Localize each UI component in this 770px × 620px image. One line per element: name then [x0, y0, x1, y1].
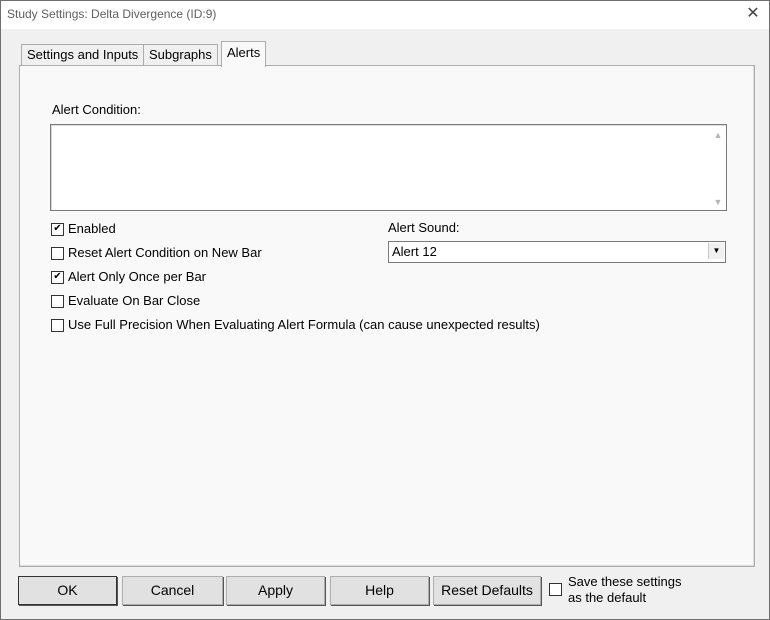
tab-subgraphs[interactable]: Subgraphs	[143, 44, 218, 66]
checkbox-save-as-default[interactable]	[549, 583, 562, 596]
tab-settings-and-inputs[interactable]: Settings and Inputs	[21, 44, 145, 66]
apply-button[interactable]: Apply	[226, 576, 325, 605]
checkbox-alert-once-per-bar[interactable]: ✔	[51, 271, 64, 284]
option-label: Use Full Precision When Evaluating Alert…	[68, 317, 540, 332]
tab-alerts[interactable]: Alerts	[221, 41, 267, 67]
option-label: Reset Alert Condition on New Bar	[68, 245, 262, 260]
reset-defaults-button[interactable]: Reset Defaults	[433, 576, 541, 605]
save-as-default-line2: as the default	[568, 590, 647, 605]
save-as-default-line1: Save these settings	[568, 574, 682, 589]
checkbox-evaluate-on-bar-close[interactable]	[51, 295, 64, 308]
help-button[interactable]: Help	[330, 576, 429, 605]
alert-sound-select[interactable]: Alert 12 ▼	[388, 241, 726, 263]
window-title: Study Settings: Delta Divergence (ID:9)	[7, 7, 217, 21]
scroll-down-icon[interactable]: ▼	[713, 197, 723, 207]
cancel-button[interactable]: Cancel	[122, 576, 223, 605]
option-label: Alert Only Once per Bar	[68, 269, 206, 284]
option-label: Evaluate On Bar Close	[68, 293, 201, 308]
checkbox-reset-on-new-bar[interactable]	[51, 247, 64, 260]
scroll-up-icon[interactable]: ▲	[713, 130, 723, 140]
alert-sound-value: Alert 12	[392, 244, 437, 259]
ok-button[interactable]: OK	[18, 576, 117, 605]
save-as-default-option[interactable]: Save these settings as the default	[549, 574, 749, 608]
chevron-down-icon[interactable]: ▼	[708, 243, 724, 259]
save-as-default-label: Save these settings as the default	[568, 574, 681, 606]
checkbox-full-precision[interactable]	[51, 319, 64, 332]
alert-condition-label: Alert Condition:	[52, 102, 141, 117]
study-settings-dialog: Study Settings: Delta Divergence (ID:9) …	[0, 0, 770, 620]
title-bar: Study Settings: Delta Divergence (ID:9) …	[1, 1, 769, 29]
checkbox-enabled[interactable]: ✔	[51, 223, 64, 236]
close-icon[interactable]: ✕	[741, 3, 765, 25]
alert-sound-label: Alert Sound:	[388, 220, 460, 235]
alert-condition-textarea[interactable]: ▲ ▼	[50, 124, 727, 211]
option-label: Enabled	[68, 221, 116, 236]
